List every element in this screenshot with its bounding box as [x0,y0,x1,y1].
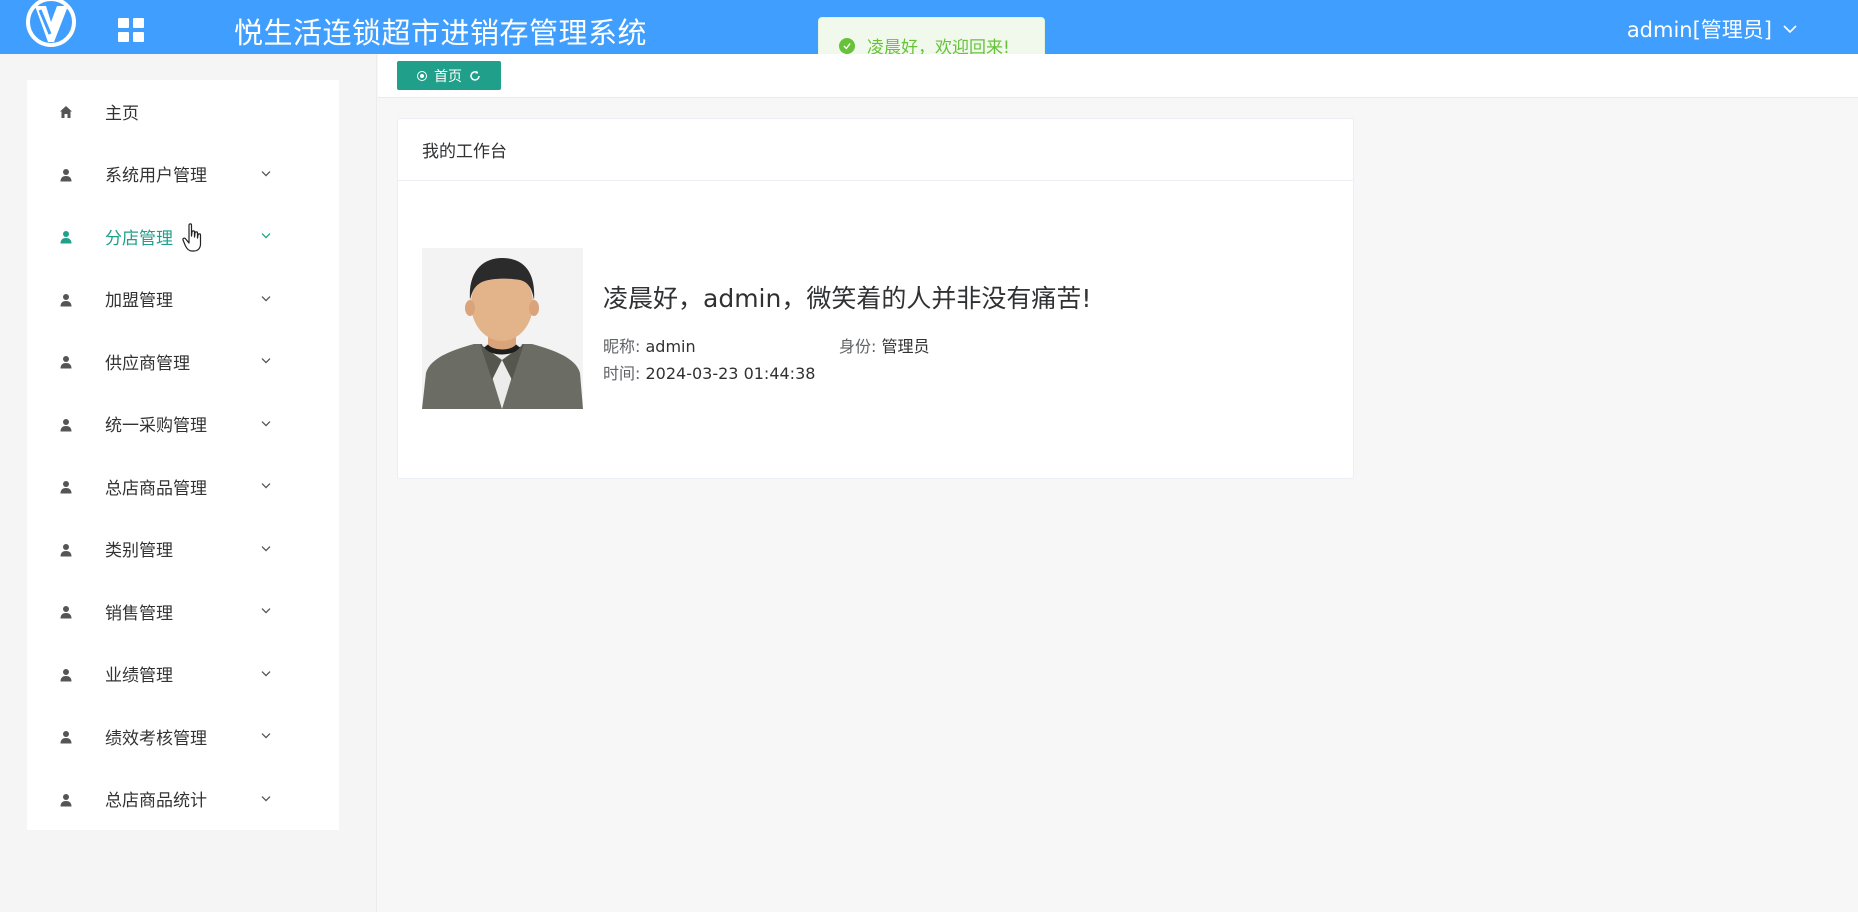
user-icon [59,667,73,682]
sidebar-item-label: 供应商管理 [105,353,190,374]
time-row: 时间: 2024-03-23 01:44:38 [603,360,815,384]
sidebar-item[interactable]: 主页 [27,80,339,143]
time-label: 时间: [603,364,641,383]
greeting-text: 凌晨好，admin，微笑着的人并非没有痛苦! [603,284,1092,313]
role-label: 身份: [839,337,877,356]
user-icon [59,167,73,182]
user-icon [59,729,73,744]
sidebar-item[interactable]: 绩效考核管理 [27,705,339,768]
sidebar-item[interactable]: 总店商品管理 [27,455,339,518]
nickname-value: admin [645,337,696,356]
nickname-row: 昵称: admin [603,333,696,357]
tabs-bar: 首页 [378,54,1858,98]
sidebar-item-label: 统一采购管理 [105,416,207,437]
apps-grid-icon[interactable] [118,18,144,42]
sidebar-item-label: 分店管理 [105,228,173,249]
role-value: 管理员 [881,337,930,356]
sidebar-item-label: 销售管理 [105,603,173,624]
sidebar-item-label: 绩效考核管理 [105,728,207,749]
tab-home[interactable]: 首页 [397,61,501,90]
sidebar-item[interactable]: 加盟管理 [27,268,339,331]
chevron-down-icon [259,228,273,242]
chevron-down-icon [259,540,273,554]
sidebar-item[interactable]: 分店管理 [27,205,339,268]
logo-icon[interactable] [26,0,76,48]
chevron-down-icon [259,415,273,429]
sidebar-item[interactable]: 统一采购管理 [27,393,339,456]
app-title: 悦生活连锁超市进销存管理系统 [234,16,648,50]
user-icon [59,354,73,369]
sidebar-item[interactable]: 供应商管理 [27,330,339,393]
refresh-icon[interactable] [469,70,481,82]
sidebar-area: 主页系统用户管理 分店管理加盟管理供应商管理统一采购管理 总店商品管理 类别管理销售管… [0,54,377,912]
active-dot-icon [417,70,427,81]
user-icon [59,604,73,619]
sidebar-menu: 主页系统用户管理 分店管理加盟管理供应商管理统一采购管理 总店商品管理 类别管理销售管… [27,80,339,830]
chevron-down-icon [259,790,273,804]
sidebar-item[interactable]: 销售管理 [27,580,339,643]
chevron-down-icon [259,353,273,367]
time-value: 2024-03-23 01:44:38 [645,364,816,383]
sidebar-item-label: 系统用户管理 [105,166,207,187]
success-check-icon [839,37,855,54]
chevron-down-icon [259,728,273,742]
workbench-card: 我的工作台 凌晨好，admin，微笑着的人并非没有痛苦! 昵称: admin 身… [397,118,1354,479]
sidebar-item[interactable]: 类别管理 [27,518,339,581]
chevron-down-icon [259,290,273,304]
home-icon [59,104,73,119]
user-menu[interactable]: admin[管理员] [1627,14,1798,44]
nickname-label: 昵称: [603,337,641,356]
sidebar-item-label: 总店商品统计 [105,791,207,812]
sidebar-item-label: 主页 [105,103,139,124]
user-icon [59,542,73,557]
workbench-title: 我的工作台 [398,119,1353,181]
sidebar-item-label: 总店商品管理 [105,478,207,499]
sidebar-item-label: 业绩管理 [105,666,173,687]
role-row: 身份: 管理员 [839,333,930,357]
sidebar-item[interactable]: 业绩管理 [27,643,339,706]
user-icon [59,229,73,244]
avatar [422,248,583,409]
chevron-down-icon [259,603,273,617]
chevron-down-icon [1783,25,1797,34]
user-icon [59,792,73,807]
sidebar-item[interactable]: 系统用户管理 [27,143,339,206]
sidebar-item-label: 加盟管理 [105,291,173,312]
user-icon [59,417,73,432]
tab-home-label: 首页 [434,68,462,85]
chevron-down-icon [259,665,273,679]
chevron-down-icon [259,165,273,179]
user-name: admin[管理员] [1626,18,1772,42]
sidebar-item-label: 类别管理 [105,541,173,562]
user-icon [59,292,73,307]
chevron-down-icon [259,478,273,492]
user-icon [59,479,73,494]
sidebar-item[interactable]: 总店商品统计 [27,768,339,831]
